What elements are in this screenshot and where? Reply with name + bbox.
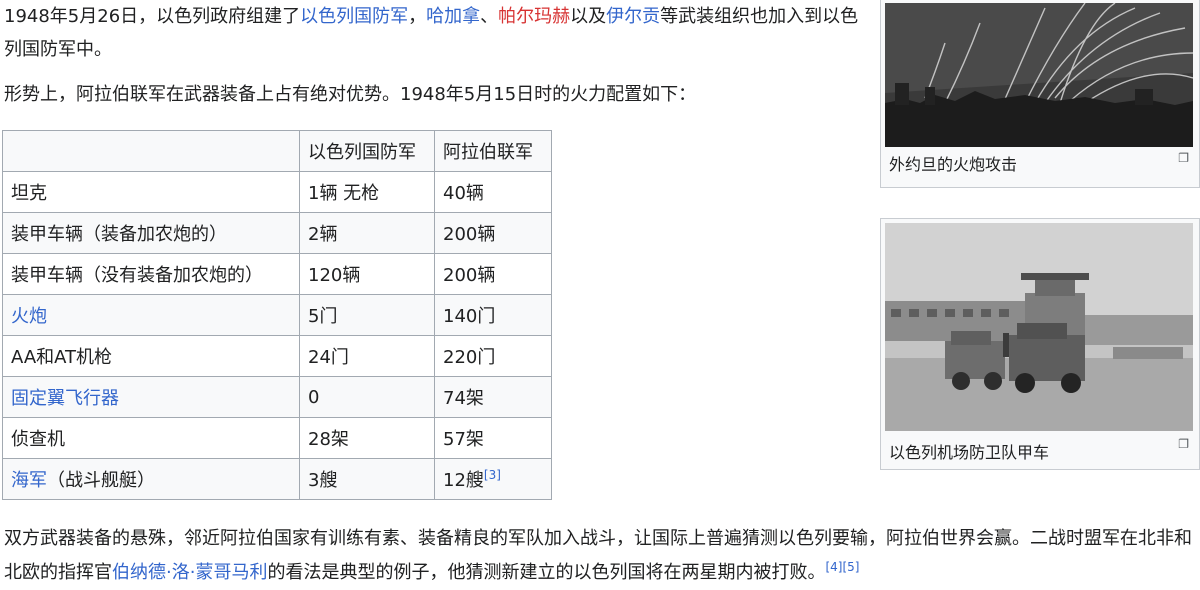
table-header-row: 以色列国防军 阿拉伯联军 [2,130,552,172]
link-haganah[interactable]: 哈加拿 [426,6,480,27]
paragraph-situation: 形势上，阿拉伯联军在武器装备上占有绝对优势。1948年5月15日时的火力配置如下… [4,84,697,105]
table-row: 海军（战斗舰艇） 3艘 12艘[3] [2,458,552,500]
row-arab-value: 74架 [434,376,552,418]
artillery-photo[interactable] [885,3,1193,147]
figure-caption: 以色列机场防卫队甲车 [889,443,1050,462]
row-idf-value: 28架 [299,417,435,459]
row-idf-value: 2辆 [299,212,435,254]
header-cell-arab: 阿拉伯联军 [434,130,552,172]
armored-car-photo-drawing [885,223,1193,431]
text: ， [408,6,427,27]
row-label: 固定翼飞行器 [2,376,300,418]
table-row: 火炮 5门 140门 [2,294,552,336]
citation-ref-3[interactable]: [3] [484,468,501,482]
row-arab-value: 40辆 [434,171,552,213]
row-label: 装甲车辆（装备加农炮的） [2,212,300,254]
text: 的看法是典型的例子，他猜测新建立的以色列国将在两星期内被打败。 [267,562,826,583]
row-idf-value: 1辆 无枪 [299,171,435,213]
table-row: AA和AT机枪 24门 220门 [2,335,552,377]
row-arab-value: 57架 [434,417,552,459]
text: 以及 [570,6,607,27]
citation-ref-5[interactable]: [5] [842,560,859,574]
figure-airport-armored-car: 以色列机场防卫队甲车 ❐ [880,218,1200,470]
row-label: 火炮 [2,294,300,336]
link-irgun[interactable]: 伊尔贡 [606,6,660,27]
link-artillery[interactable]: 火炮 [11,306,47,327]
row-label-rest: （战斗舰艇） [47,470,155,491]
figure-artillery-attack: 外约旦的火炮攻击 ❐ [880,0,1200,188]
citation-ref-4[interactable]: [4] [825,560,842,574]
armored-car-photo[interactable] [885,223,1193,431]
row-idf-value: 120辆 [299,253,435,295]
row-arab-value: 220门 [434,335,552,377]
link-montgomery[interactable]: 伯纳德·洛·蒙哥马利 [112,562,267,583]
value-text: 12艘 [443,470,484,491]
table-row: 装甲车辆（没有装备加农炮的） 120辆 200辆 [2,253,552,295]
table-row: 坦克 1辆 无枪 40辆 [2,171,552,213]
row-label: 侦查机 [2,417,300,459]
enlarge-icon[interactable]: ❐ [1178,437,1189,451]
header-cell-empty [2,130,300,172]
row-idf-value: 3艘 [299,458,435,500]
row-arab-value: 200辆 [434,253,552,295]
text: 1948年5月26日，以色列政府组建了 [4,6,301,27]
row-label: 装甲车辆（没有装备加农炮的） [2,253,300,295]
link-navy[interactable]: 海军 [11,470,47,491]
header-cell-idf: 以色列国防军 [299,130,435,172]
row-arab-value: 140门 [434,294,552,336]
artillery-photo-drawing [885,3,1193,147]
paragraph-formation: 1948年5月26日，以色列政府组建了以色列国防军，哈加拿、帕尔玛赫以及伊尔贡等… [4,0,864,66]
link-fixed-wing[interactable]: 固定翼飞行器 [11,388,119,409]
table-row: 侦查机 28架 57架 [2,417,552,459]
row-arab-value: 12艘[3] [434,458,552,500]
figure-caption: 外约旦的火炮攻击 [889,155,1018,174]
link-palmach[interactable]: 帕尔玛赫 [498,6,570,27]
link-idf[interactable]: 以色列国防军 [300,6,408,27]
firepower-table: 以色列国防军 阿拉伯联军 坦克 1辆 无枪 40辆 装甲车辆（装备加农炮的） 2… [2,130,552,500]
row-label: 坦克 [2,171,300,213]
row-idf-value: 24门 [299,335,435,377]
table-row: 装甲车辆（装备加农炮的） 2辆 200辆 [2,212,552,254]
row-idf-value: 0 [299,376,435,418]
paragraph-expectations: 双方武器装备的悬殊，邻近阿拉伯国家有训练有素、装备精良的军队加入战斗，让国际上普… [4,522,1196,590]
row-label: 海军（战斗舰艇） [2,458,300,500]
row-idf-value: 5门 [299,294,435,336]
row-arab-value: 200辆 [434,212,552,254]
table-row: 固定翼飞行器 0 74架 [2,376,552,418]
enlarge-icon[interactable]: ❐ [1178,151,1189,165]
text: 、 [480,6,499,27]
row-label: AA和AT机枪 [2,335,300,377]
